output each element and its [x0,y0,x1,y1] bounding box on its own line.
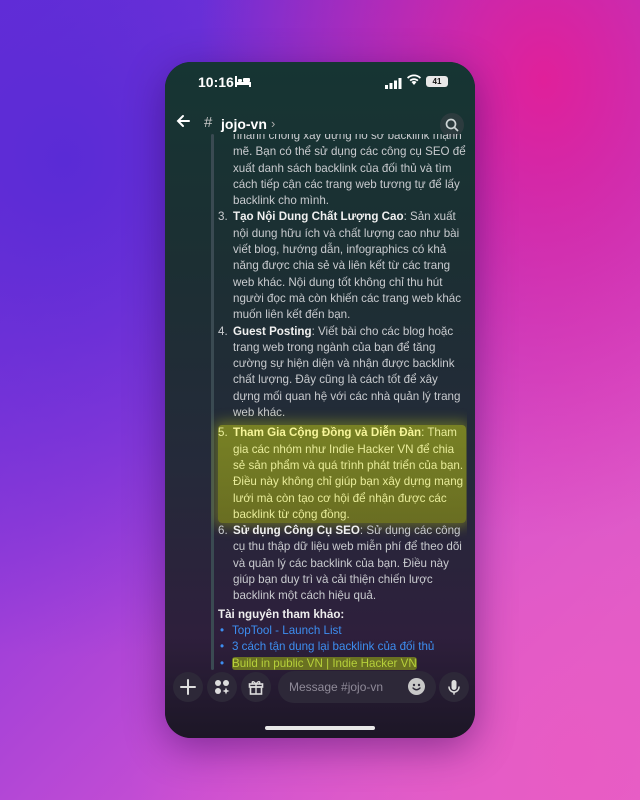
gift-button[interactable] [241,672,271,702]
status-time: 10:16 [198,74,234,90]
bullet-icon: • [220,640,225,654]
chevron-right-icon[interactable]: › [271,116,275,131]
message-composer: Message #jojo-vn [165,670,475,710]
back-arrow-icon[interactable] [175,113,191,134]
quote-bar [211,134,214,670]
channel-name[interactable]: jojo-vn [221,116,267,132]
resource-link-item: • Build in public VN | Indie Hacker VN [218,656,466,671]
list-item-text: : Sản xuất nội dung hữu ích và chất lượn… [233,210,462,322]
list-item-text: : Viết bài cho các blog hoặc trang web t… [233,324,461,420]
list-item-title: Tạo Nội Dung Chất Lượng Cao [233,210,404,224]
list-item-number: 3. [218,210,228,224]
bullet-icon: • [220,623,225,637]
list-item-number: 6. [218,524,228,538]
resources-heading: Tài nguyên tham khảo: [218,607,345,621]
wifi-icon [406,74,422,89]
list-item-number: 5. [218,426,228,440]
bullet-icon: • [220,656,225,670]
gift-icon [248,681,264,695]
list-item-title: Guest Posting [233,324,312,338]
list-item-title: Tham Gia Cộng Đồng và Diễn Đàn [233,426,422,440]
channel-hash-icon: # [204,114,213,131]
message-placeholder: Message #jojo-vn [289,680,384,694]
list-item: 6. Sử dụng Công Cụ SEO: Sử dụng các công… [218,523,466,604]
battery-indicator: 41 [426,76,448,87]
microphone-icon [448,680,460,695]
list-item-number: 4. [218,324,228,338]
resource-link[interactable]: 3 cách tận dụng lại backlink của đối thủ [232,640,434,653]
resource-link[interactable]: TopTool - Launch List [232,624,342,637]
resource-link-item: • TopTool - Launch List [218,623,466,639]
resource-link-item: • 3 cách tận dụng lại backlink của đối th… [218,639,466,655]
status-bar: 10:16 41 [165,62,475,102]
add-button[interactable] [173,672,203,702]
list-item: 3. Tạo Nội Dung Chất Lượng Cao: Sản xuất… [218,209,466,323]
message-body: nhanh chóng xây dựng hồ sơ backlink mạnh… [218,134,466,670]
home-indicator[interactable] [265,726,375,730]
message-input[interactable]: Message #jojo-vn [278,671,436,703]
intro-text: nhanh chóng xây dựng hồ sơ backlink mạnh… [233,134,466,208]
list-item-text: : Tham gia các nhóm như Indie Hacker VN … [233,426,464,521]
plus-icon [180,679,196,695]
list-item-title: Sử dụng Công Cụ SEO [233,524,360,538]
resource-link-highlighted[interactable]: Build in public VN | Indie Hacker VN [232,656,417,670]
apps-icon [215,680,230,695]
phone-frame: 10:16 41 # jojo-vn › nhanh chóng xây dựn… [165,62,475,738]
cellular-signal-icon [385,76,402,94]
message-content: nhanh chóng xây dựng hồ sơ backlink mạnh… [211,134,467,670]
emoji-icon[interactable] [408,678,425,695]
apps-button[interactable] [207,672,237,702]
list-item: 4. Guest Posting: Viết bài cho các blog … [218,324,466,422]
sleep-icon [235,76,251,90]
highlighted-list-item: 5. Tham Gia Cộng Đồng và Diễn Đàn: Tham … [218,425,466,524]
intro-paragraph: nhanh chóng xây dựng hồ sơ backlink mạnh… [218,134,466,209]
voice-message-button[interactable] [439,672,469,702]
